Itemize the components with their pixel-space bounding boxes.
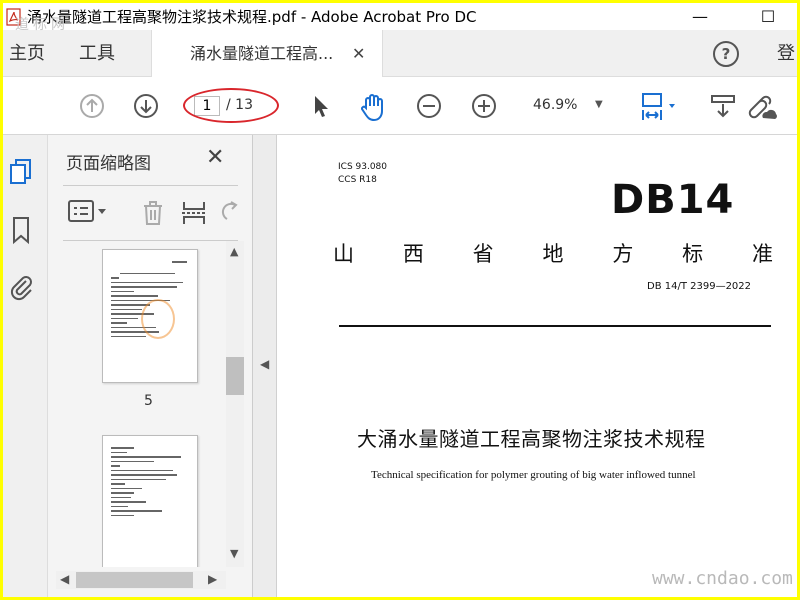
maximize-button[interactable]: ☐ [745, 3, 791, 30]
toolbar: / 13 46.9% ▼ [3, 77, 797, 135]
standard-number: DB 14/T 2399—2022 [647, 281, 752, 292]
annotation-ellipse [183, 88, 279, 123]
close-panel-icon[interactable]: ✕ [206, 145, 224, 170]
standard-logo: DB14 [611, 177, 735, 223]
tab-home[interactable]: 主页 [9, 30, 45, 77]
zoom-dropdown-icon[interactable]: ▼ [595, 99, 603, 110]
header-divider [339, 325, 771, 327]
help-icon[interactable]: ? [713, 41, 739, 67]
page-fit-icon[interactable] [639, 92, 683, 120]
panel-splitter[interactable]: ◀ [253, 135, 277, 597]
next-page-icon[interactable] [132, 92, 160, 120]
tab-tools[interactable]: 工具 [79, 30, 115, 77]
tab-bar: 主页 工具 涌水量隧道工程高... ✕ ? 登 [3, 30, 797, 77]
watermark-logo [141, 299, 175, 339]
thumbnail-options-icon[interactable] [67, 199, 109, 229]
attachments-icon[interactable] [7, 271, 35, 301]
scroll-right-icon[interactable]: ▶ [208, 572, 217, 586]
hand-tool-icon[interactable] [358, 92, 390, 122]
page-thumbnail[interactable] [102, 249, 198, 383]
window-title: 涌水量隧道工程高聚物注浆技术规程.pdf - Adobe Acrobat Pro… [27, 8, 477, 26]
login-button[interactable]: 登 [777, 30, 795, 77]
zoom-level[interactable]: 46.9% [533, 97, 577, 113]
zoom-out-icon[interactable] [415, 92, 443, 120]
thumbnail-tools [63, 185, 238, 241]
thumbnails-title: 页面缩略图 [66, 154, 151, 174]
category-char: 准 [751, 242, 773, 266]
scrollbar-thumb[interactable] [226, 357, 244, 395]
select-cursor-icon[interactable] [306, 92, 334, 120]
category-char: 西 [402, 242, 424, 266]
document-title: 大涌水量隧道工程高聚物注浆技术规程 [357, 427, 706, 451]
page-thumbnail[interactable] [102, 435, 198, 567]
category-char: 山 [333, 242, 354, 266]
category-char: 标 [682, 242, 704, 266]
thumbnail-horizontal-scrollbar[interactable]: ◀ ▶ [56, 571, 226, 589]
zoom-in-icon[interactable] [470, 92, 498, 120]
standard-category: 山 西 省 地 方 标 准 [333, 238, 773, 268]
site-watermark-bottom: www.cndao.com [652, 568, 793, 589]
close-tab-icon[interactable]: ✕ [352, 30, 365, 77]
insert-page-icon[interactable] [180, 199, 208, 231]
scroll-down-icon[interactable]: ▼ [230, 547, 238, 560]
title-bar: 涌水量隧道工程高聚物注浆技术规程.pdf - Adobe Acrobat Pro… [3, 3, 797, 30]
share-link-icon[interactable] [745, 92, 777, 120]
scroll-up-icon[interactable]: ▲ [230, 245, 238, 258]
page-thumbnails-icon[interactable] [7, 157, 35, 187]
thumbnail-page-label: 5 [144, 393, 153, 409]
navigation-rail [3, 135, 48, 597]
site-watermark-top: 道标网 [15, 17, 69, 33]
acrobat-window: 涌水量隧道工程高聚物注浆技术规程.pdf - Adobe Acrobat Pro… [3, 3, 797, 597]
category-char: 省 [472, 242, 494, 266]
tab-document[interactable]: 涌水量隧道工程高... ✕ [151, 30, 383, 77]
category-char: 地 [542, 242, 564, 266]
document-tab-label: 涌水量隧道工程高... [190, 44, 334, 63]
document-page[interactable]: ICS 93.080 CCS R18 DB14 山 西 省 地 方 标 准 DB… [277, 135, 797, 597]
bookmarks-icon[interactable] [7, 215, 35, 245]
thumbnail-vertical-scrollbar[interactable]: ▲ ▼ [226, 241, 244, 567]
rotate-page-icon[interactable] [221, 199, 239, 231]
minimize-button[interactable]: — [677, 3, 723, 30]
document-title-english: Technical specification for polymer grou… [371, 469, 696, 481]
thumbnail-list[interactable]: 5 ▲ ▼ [48, 241, 253, 567]
ics-code: ICS 93.080 [338, 162, 388, 172]
horizontal-scrollbar-thumb[interactable] [76, 572, 193, 588]
previous-page-icon[interactable] [78, 92, 106, 120]
scroll-left-icon[interactable]: ◀ [60, 572, 69, 586]
delete-page-icon[interactable] [139, 199, 167, 231]
scroll-mode-icon[interactable] [709, 92, 737, 120]
category-char: 方 [612, 242, 634, 266]
classification-codes: ICS 93.080 CCS R18 [338, 161, 387, 187]
thumbnails-panel: 页面缩略图 ✕ 5 ▲ ▼ ◀ ▶ [48, 135, 253, 597]
collapse-panel-icon[interactable]: ◀ [260, 357, 269, 371]
ccs-code: CCS R18 [338, 175, 377, 185]
